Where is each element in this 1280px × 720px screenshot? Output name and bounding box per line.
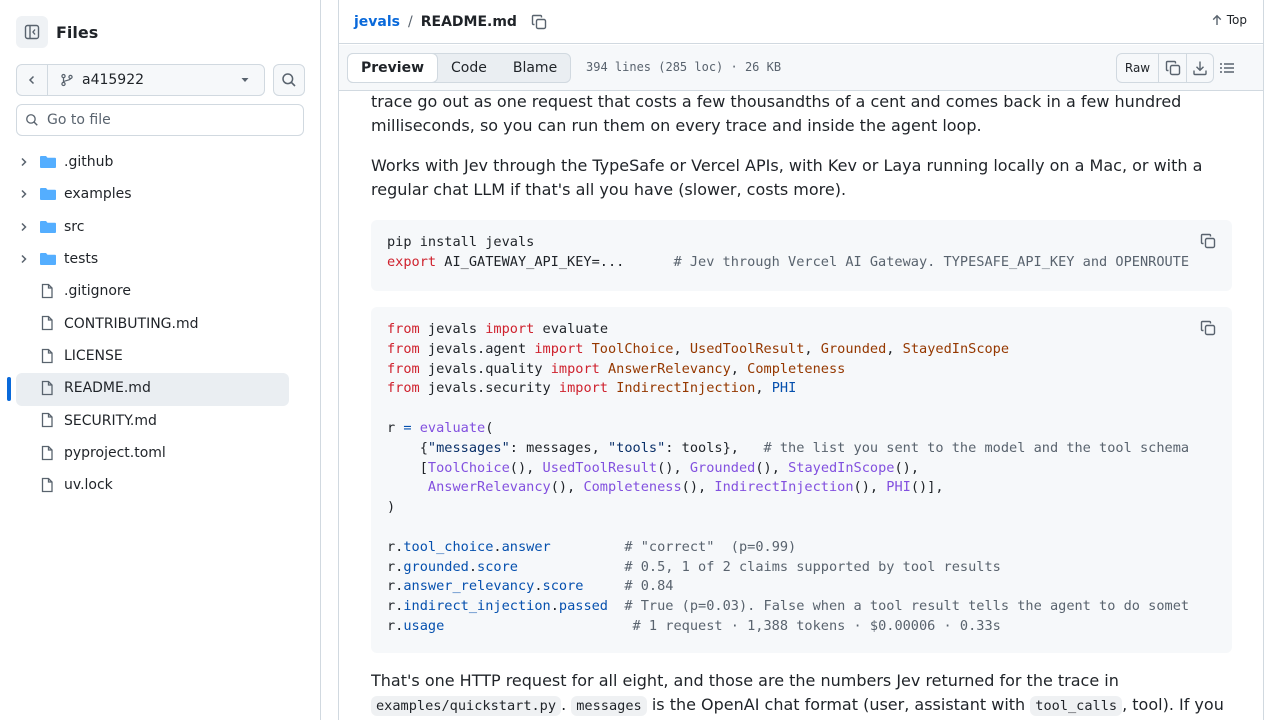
search-icon: [282, 73, 296, 87]
file-view: jevals / README.md Top Preview Code Blam…: [338, 0, 1264, 720]
tree-item-security[interactable]: SECURITY.md: [0, 404, 320, 436]
list-icon: [1220, 63, 1234, 73]
active-highlight: [16, 373, 289, 407]
caret-down-icon: [241, 78, 249, 82]
tree-item-pyproject[interactable]: pyproject.toml: [0, 437, 320, 469]
tree-item-label: SECURITY.md: [64, 412, 157, 429]
view-mode-tabs: Preview Code Blame: [347, 53, 572, 83]
file-tree-sidebar: Files a415922 .github: [0, 0, 321, 720]
git-branch-icon: [61, 73, 73, 87]
outline-button[interactable]: [1219, 60, 1235, 80]
paragraph: trace go out as one request that costs a…: [371, 92, 1182, 135]
breadcrumb: jevals / README.md Top: [339, 0, 1263, 44]
tree-item-label: .github: [64, 154, 114, 171]
folder-icon: [40, 252, 56, 265]
tree-item-label: CONTRIBUTING.md: [64, 315, 199, 332]
go-to-file-field[interactable]: [16, 104, 304, 136]
download-icon: [1193, 61, 1207, 76]
raw-button[interactable]: Raw: [1117, 54, 1159, 82]
breadcrumb-separator: /: [408, 13, 413, 30]
tree-item-gitignore[interactable]: .gitignore: [0, 275, 320, 307]
chevron-right-icon: [21, 222, 27, 231]
search-files-button[interactable]: [273, 64, 305, 96]
tree-item-github[interactable]: .github: [0, 146, 320, 178]
chevron-right-icon: [21, 254, 27, 263]
inline-code: tool_calls: [1030, 696, 1123, 716]
file-icon: [41, 284, 53, 299]
paragraph: That's one HTTP request for all eight, a…: [371, 671, 1224, 716]
file-toolbar: Preview Code Blame 394 lines (285 loc) ·…: [339, 45, 1263, 91]
file-icon: [41, 380, 53, 396]
tab-preview[interactable]: Preview: [347, 53, 439, 83]
active-indicator: [7, 377, 11, 402]
tree-item-tests[interactable]: tests: [0, 243, 320, 275]
chevron-left-icon: [28, 75, 35, 85]
tree-item-label: tests: [64, 251, 99, 268]
inline-code: messages: [571, 696, 647, 716]
branch-select[interactable]: a415922: [48, 65, 264, 95]
tree-item-label: LICENSE: [64, 347, 123, 364]
branch-name: a415922: [82, 72, 145, 88]
sidebar-collapse-icon: [24, 24, 40, 40]
file-icon: [41, 445, 53, 460]
tree-item-label: README.md: [64, 380, 151, 397]
inline-code: examples/quickstart.py: [371, 696, 562, 716]
tab-blame[interactable]: Blame: [500, 54, 570, 82]
branch-row: a415922: [16, 64, 305, 96]
sidebar-title: Files: [56, 22, 99, 42]
tree-item-examples[interactable]: examples: [0, 178, 320, 210]
folder-icon: [40, 188, 56, 201]
code-text: pip install jevals export AI_GATEWAY_API…: [387, 234, 1190, 270]
tree-item-contributing[interactable]: CONTRIBUTING.md: [0, 307, 320, 339]
tree-item-uv-lock[interactable]: uv.lock: [0, 469, 320, 501]
back-to-top-label: Top: [1226, 13, 1247, 27]
chevron-right-icon: [21, 190, 27, 199]
tree-item-label: src: [64, 218, 85, 235]
code-block-example: from jevals import evaluate from jevals.…: [371, 307, 1232, 653]
download-button[interactable]: [1186, 54, 1213, 82]
tab-code[interactable]: Code: [438, 54, 500, 82]
tree-item-label: .gitignore: [64, 283, 131, 300]
back-button[interactable]: [17, 65, 48, 95]
breadcrumb-file-name: README.md: [420, 13, 517, 30]
copy-code-icon[interactable]: [1200, 233, 1216, 249]
branch-selector-group: a415922: [16, 64, 265, 96]
tree-item-label: pyproject.toml: [64, 444, 166, 461]
copy-icon: [1165, 60, 1180, 76]
readme-content: trace go out as one request that costs a…: [371, 91, 1233, 720]
tree-item-readme[interactable]: README.md: [0, 372, 320, 407]
sidebar-header: Files: [16, 16, 98, 48]
go-to-file-input[interactable]: [47, 112, 287, 128]
copy-code-icon[interactable]: [1200, 320, 1216, 336]
code-text: from jevals import evaluate from jevals.…: [387, 321, 1190, 634]
chevron-right-icon: [21, 157, 27, 167]
file-icon: [41, 477, 53, 493]
copy-icon: [531, 14, 547, 29]
file-icon: [41, 348, 53, 363]
file-icon: [41, 316, 53, 331]
paragraph: Works with Jev through the TypeSafe or V…: [371, 156, 1203, 199]
back-to-top-button[interactable]: Top: [1211, 13, 1247, 27]
file-tree: .github examples src tests .gitignore CO…: [0, 146, 320, 501]
file-meta: 394 lines (285 loc) · 26 KB: [586, 60, 782, 74]
folder-icon: [40, 220, 56, 233]
code-block-install: pip install jevals export AI_GATEWAY_API…: [371, 220, 1232, 291]
tree-item-src[interactable]: src: [0, 211, 320, 243]
copy-raw-button[interactable]: [1159, 54, 1186, 82]
arrow-up-icon: [1212, 14, 1222, 25]
folder-icon: [40, 156, 56, 168]
breadcrumb-repo-link[interactable]: jevals: [354, 14, 400, 30]
tree-item-label: examples: [64, 186, 132, 203]
collapse-sidebar-button[interactable]: [16, 16, 48, 48]
file-icon: [41, 413, 53, 428]
search-icon: [26, 114, 38, 126]
tree-item-label: uv.lock: [64, 477, 113, 494]
file-actions: Raw: [1116, 53, 1214, 83]
copy-path-button[interactable]: [531, 14, 547, 30]
tree-item-license[interactable]: LICENSE: [0, 340, 320, 372]
